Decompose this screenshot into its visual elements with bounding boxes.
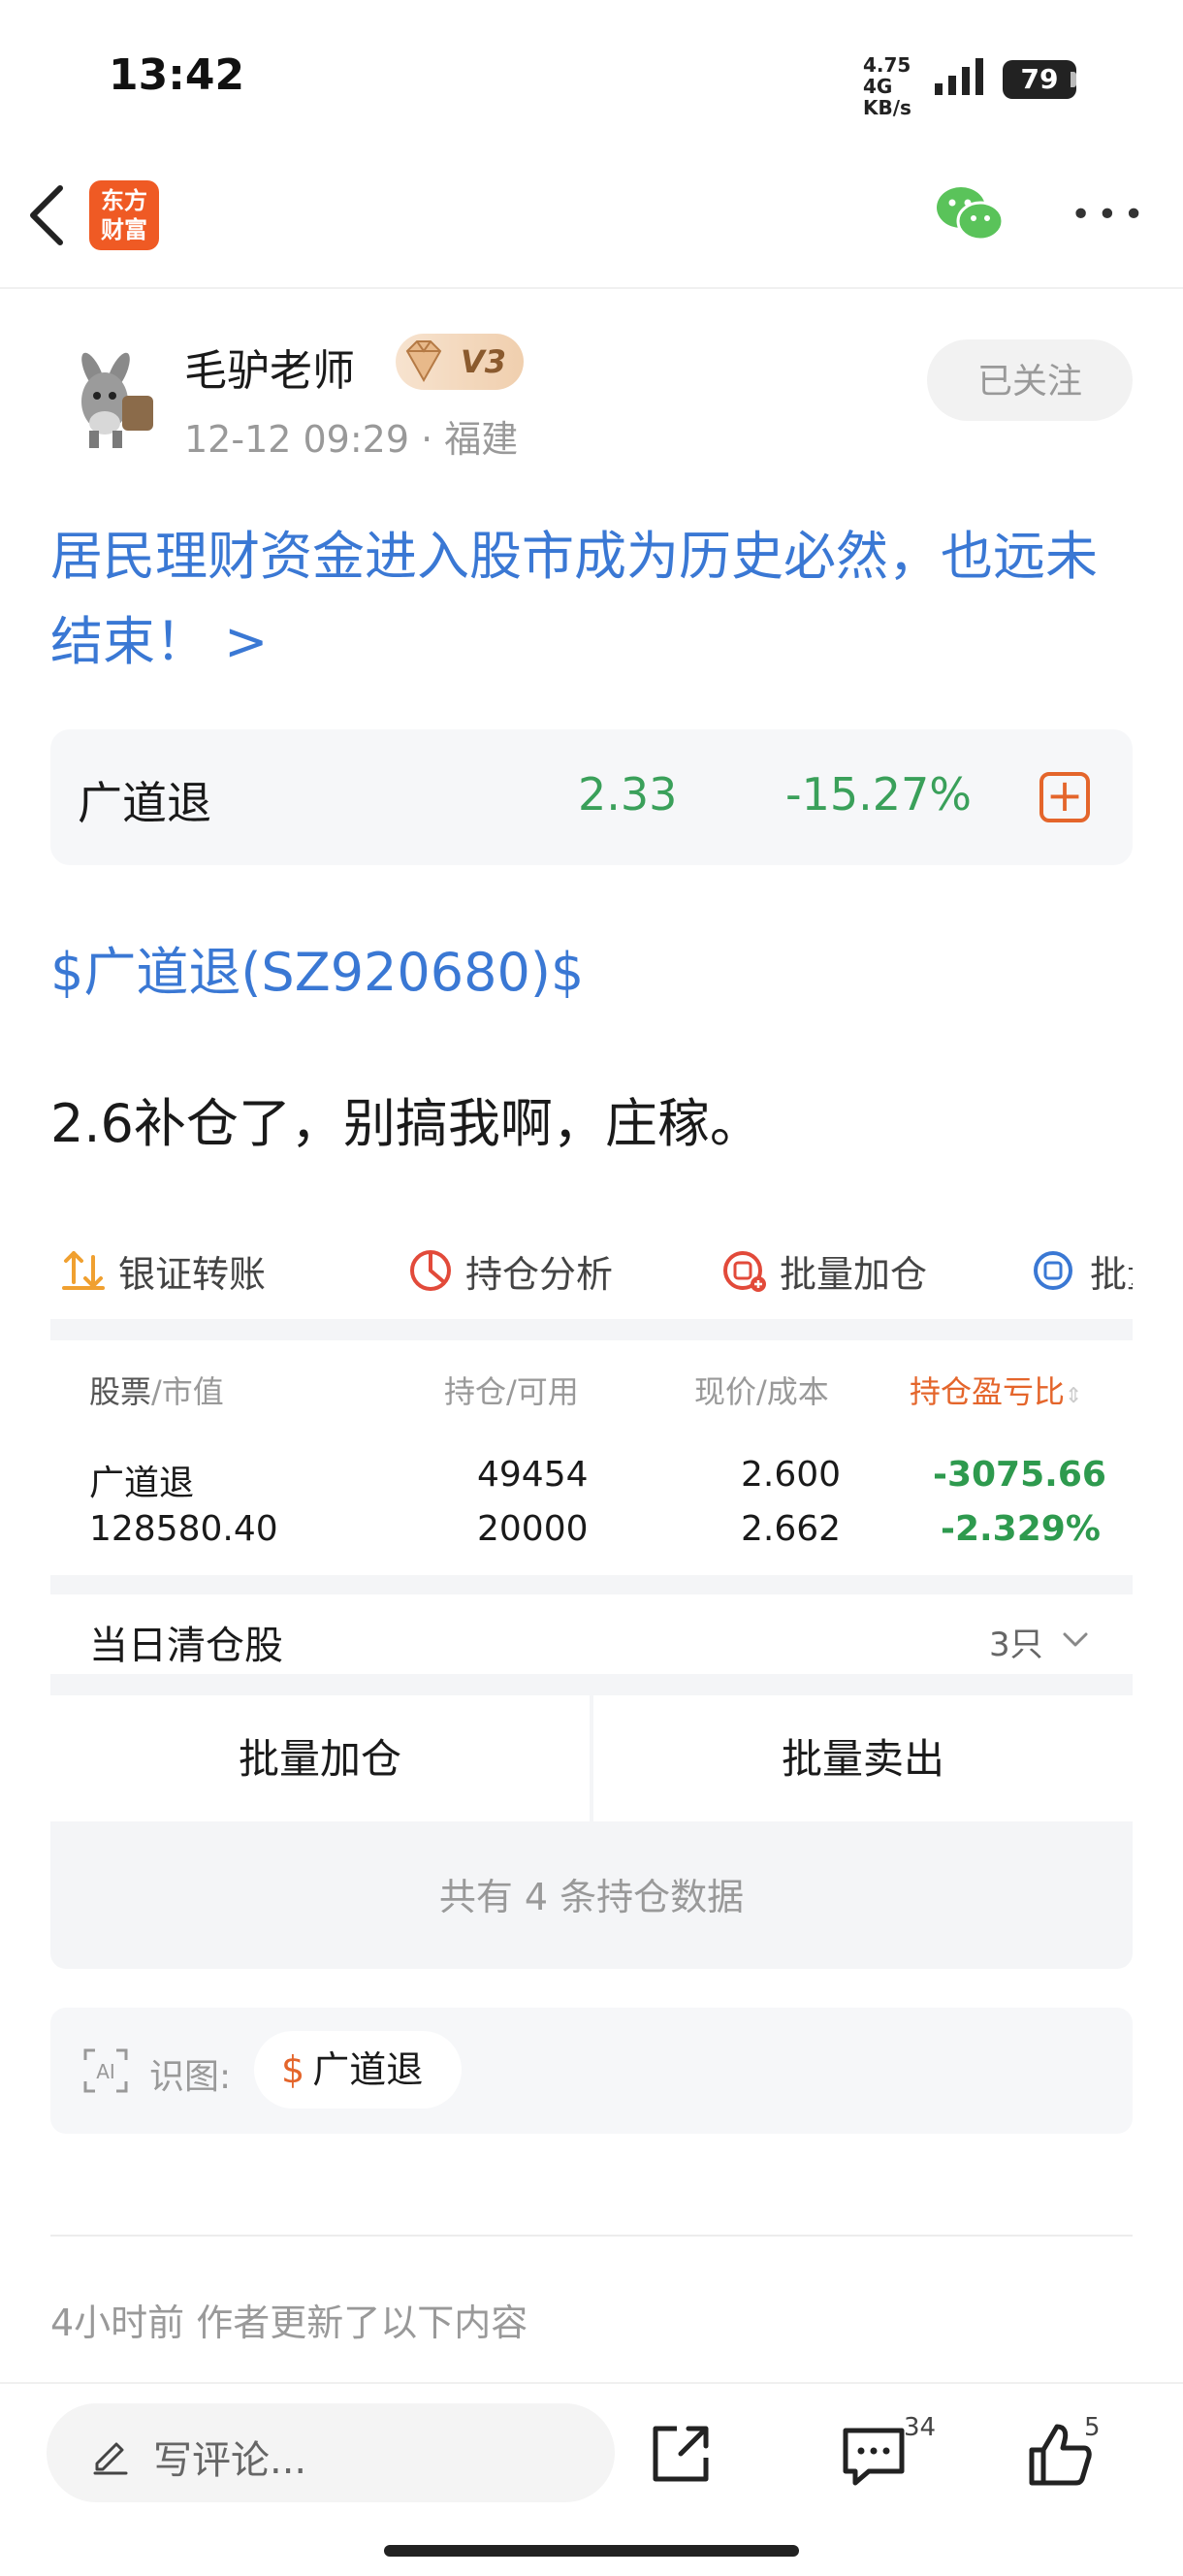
column-header-pnl-sortable[interactable]: 持仓盈亏比⇕	[910, 1368, 1082, 1412]
post-location: · 福建	[421, 418, 519, 461]
home-indicator[interactable]	[384, 2545, 799, 2557]
back-button[interactable]	[19, 178, 78, 252]
bottom-bar-divider	[0, 2382, 1183, 2384]
comment-count: 34	[904, 2413, 937, 2442]
comment-placeholder[interactable]: 写评论...	[153, 2429, 306, 2485]
col-price-label: 现价	[694, 1373, 757, 1410]
stock-tag-link[interactable]: $广道退(SZ920680)$	[50, 929, 584, 1006]
tab-label: 持仓分析	[465, 1252, 614, 1296]
col-value-label: /市值	[151, 1373, 224, 1410]
battery-tip	[1071, 72, 1076, 87]
net-type: 4G	[863, 75, 893, 98]
wechat-icon[interactable]	[935, 184, 1005, 244]
battery-indicator: 79	[1003, 60, 1076, 99]
ai-scan-icon: AI	[83, 2048, 128, 2093]
post-body: 2.6补仓了，别搞我啊，庄稼。	[50, 1093, 762, 1154]
update-note: 4小时前 作者更新了以下内容	[50, 2302, 528, 2344]
like-count: 5	[1084, 2413, 1101, 2442]
cleared-today-label[interactable]: 当日清仓股	[89, 1614, 283, 1670]
tab-label: 银证转账	[118, 1252, 267, 1296]
row-market-value: 128580.40	[89, 1509, 278, 1549]
status-time: 13:42	[109, 50, 245, 100]
ai-stock-chip[interactable]: $ 广道退	[254, 2031, 463, 2109]
ai-icon-text: AI	[96, 2060, 115, 2083]
network-speed: 4.75 4G KB/s	[863, 54, 931, 118]
batch-separator	[50, 1821, 1133, 1831]
tab-label: 批量	[1090, 1252, 1133, 1296]
quote-change: -15.27%	[785, 768, 972, 821]
signal-icon	[935, 58, 983, 95]
column-header-price: 现价/成本	[694, 1368, 829, 1412]
quote-stock-name: 广道退	[78, 777, 211, 829]
follow-button[interactable]: 已关注	[927, 339, 1133, 421]
sort-icon: ⇕	[1065, 1384, 1083, 1408]
post-time: 12-12 09:29	[184, 418, 410, 461]
transfer-icon	[62, 1251, 105, 1290]
column-header-stock: 股票/市值	[89, 1368, 224, 1412]
batch-sell-button[interactable]: 批量卖出	[593, 1695, 1133, 1821]
comment-icon[interactable]	[840, 2425, 908, 2489]
more-options-icon[interactable]: •••	[1071, 198, 1150, 233]
pencil-icon	[93, 2442, 128, 2475]
ai-recognize-label: 识图:	[149, 2057, 232, 2097]
holdings-total-note: 共有 4 条持仓数据	[50, 1831, 1133, 1969]
row-available: 20000	[477, 1509, 589, 1549]
logo-line2: 财富	[101, 216, 147, 243]
add-watchlist-button[interactable]: +	[1039, 772, 1090, 822]
coin-add-icon	[723, 1251, 766, 1292]
holdings-separator	[50, 1319, 1133, 1340]
row-cost: 2.662	[741, 1509, 842, 1549]
tab-transfer[interactable]: 银证转账	[60, 1232, 266, 1309]
app-logo: 东方 财富	[89, 180, 159, 250]
post-title[interactable]: 居民理财资金进入股市成为历史必然，也远未结束！ >	[50, 514, 1136, 685]
chevron-down-icon[interactable]	[1061, 1626, 1090, 1655]
row-price: 2.600	[741, 1455, 842, 1495]
row-pnl: -3075.66	[933, 1455, 1106, 1495]
post-meta: 12-12 09:29 · 福建	[184, 409, 518, 463]
author-name[interactable]: 毛驴老师	[184, 336, 355, 398]
col-available-label: /可用	[506, 1373, 579, 1410]
share-icon[interactable]	[648, 2421, 714, 2487]
ai-chip-label: 广道退	[312, 2048, 424, 2091]
content-divider	[50, 2235, 1133, 2237]
col-cost-label: /成本	[756, 1373, 829, 1410]
tab-label: 批量加仓	[780, 1252, 928, 1296]
row-position: 49454	[477, 1455, 589, 1495]
row-stock-name[interactable]: 广道退	[89, 1455, 194, 1505]
net-speed-value: 4.75	[863, 53, 911, 77]
logo-line1: 东方	[101, 187, 147, 214]
col-stock-label: 股票	[89, 1373, 152, 1410]
coin-icon	[1034, 1251, 1072, 1290]
batch-add-button[interactable]: 批量加仓	[50, 1695, 590, 1821]
col-pnl-label: 持仓盈亏比	[910, 1373, 1066, 1410]
row-pnl-ratio: -2.329%	[941, 1509, 1101, 1549]
quote-price: 2.33	[578, 768, 678, 821]
cleared-separator	[50, 1674, 1133, 1695]
tab-batch-add[interactable]: 批量加仓	[721, 1232, 927, 1309]
nav-divider	[0, 287, 1183, 289]
col-position-label: 持仓	[444, 1373, 507, 1410]
net-speed-unit: KB/s	[863, 96, 911, 119]
pie-chart-icon	[410, 1250, 451, 1291]
diamond-icon	[405, 340, 442, 383]
tab-position-analysis[interactable]: 持仓分析	[407, 1232, 613, 1309]
dollar-icon: $	[281, 2048, 305, 2091]
column-header-position: 持仓/可用	[444, 1368, 579, 1412]
row-separator	[50, 1575, 1133, 1594]
tab-batch-more[interactable]: 批量	[1032, 1232, 1133, 1309]
holdings-tabs: 银证转账 持仓分析 批量加仓 批量	[50, 1232, 1133, 1309]
cleared-today-count[interactable]: 3只	[989, 1618, 1043, 1665]
author-avatar[interactable]	[54, 334, 163, 450]
